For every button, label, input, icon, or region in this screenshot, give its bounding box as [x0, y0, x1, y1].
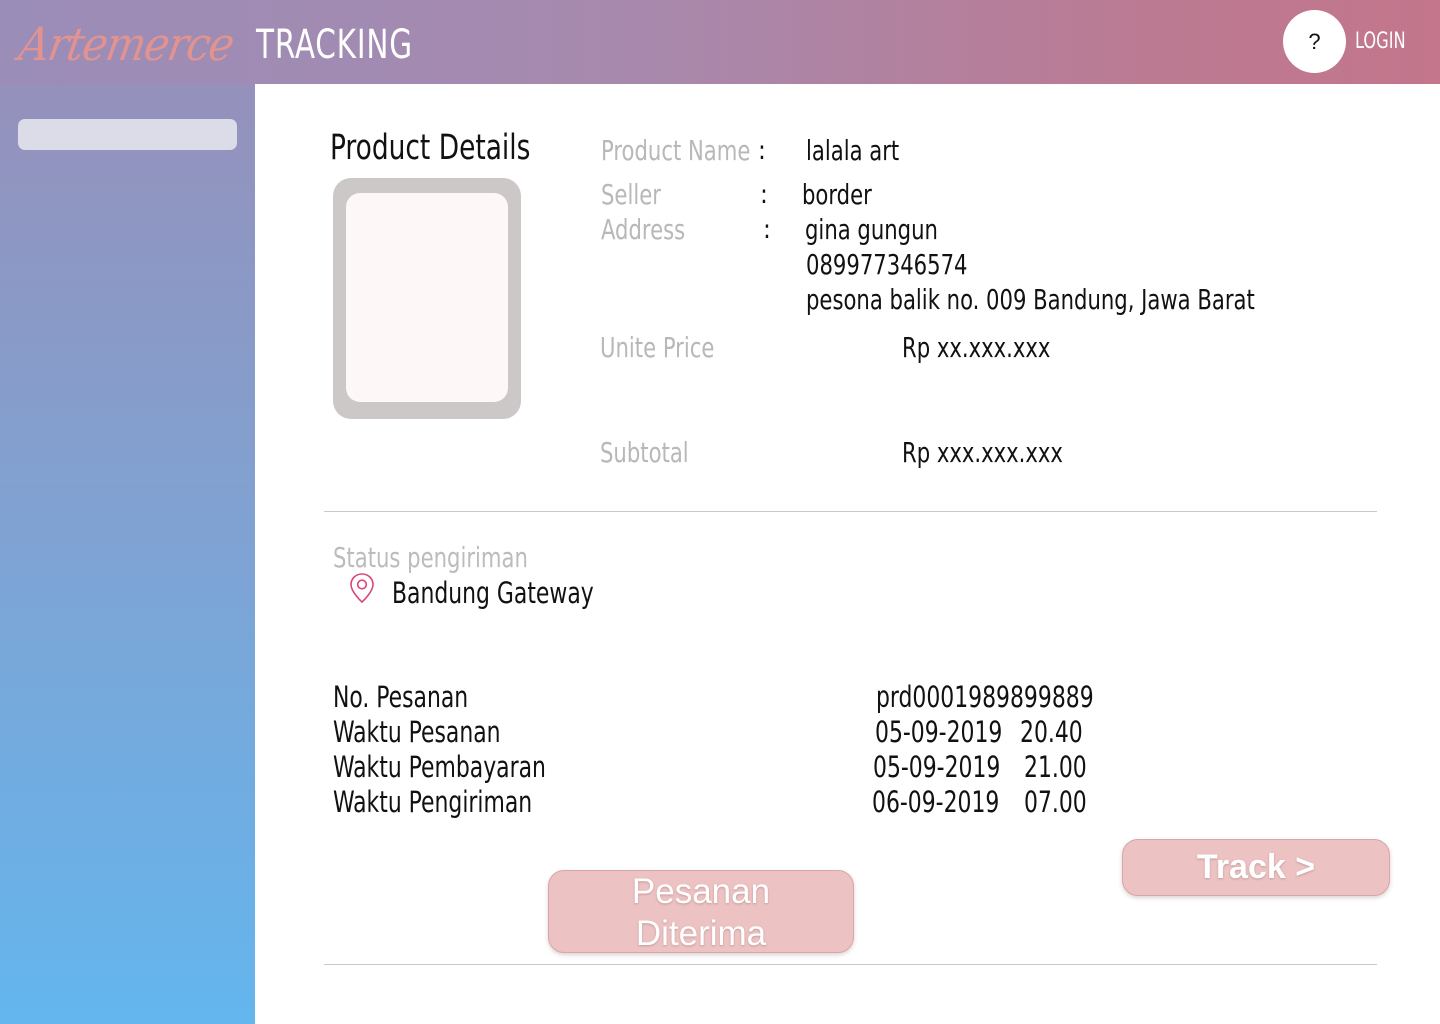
subtotal-label: Subtotal: [600, 436, 689, 469]
order-received-button[interactable]: Pesanan Diterima: [548, 870, 854, 953]
divider-top: [324, 511, 1377, 512]
address-line-name: gina gungun: [805, 213, 938, 246]
sidebar-search-input[interactable]: [18, 119, 237, 150]
unit-price-value: Rp xx.xxx.xxx: [902, 331, 1051, 364]
address-line-phone: 089977346574: [806, 248, 968, 281]
product-image-placeholder: [346, 193, 508, 402]
help-button[interactable]: ?: [1283, 10, 1346, 73]
shipping-time-label: Waktu Pengiriman: [333, 785, 533, 819]
seller-value: border: [802, 178, 872, 211]
product-details-heading: Product Details: [330, 128, 531, 168]
login-link[interactable]: LOGIN: [1355, 26, 1406, 58]
order-number-value: prd0001989899889: [876, 680, 1094, 714]
order-time-label: Waktu Pesanan: [333, 715, 501, 749]
payment-time-clock: 21.00: [1024, 750, 1087, 784]
shipping-status-location: Bandung Gateway: [392, 576, 594, 610]
divider-bottom: [324, 964, 1377, 965]
order-received-line-1: Pesanan: [631, 872, 771, 911]
address-colon: :: [763, 215, 771, 245]
location-pin-icon: [348, 572, 376, 604]
shipping-time-clock: 07.00: [1024, 785, 1087, 819]
order-time-clock: 20.40: [1020, 715, 1083, 749]
payment-time-label: Waktu Pembayaran: [333, 750, 546, 784]
order-number-label: No. Pesanan: [333, 680, 469, 714]
product-name-value: lalala art: [806, 134, 900, 167]
address-label: Address: [601, 213, 686, 246]
top-bar: Artemerce TRACKING ? LOGIN: [0, 0, 1440, 84]
seller-label: Seller: [601, 178, 661, 211]
product-image: [333, 178, 521, 419]
product-name-label: Product Name: [601, 134, 751, 167]
shipping-status-label: Status pengiriman: [333, 541, 528, 574]
product-name-colon: :: [758, 136, 766, 166]
order-received-line-2: Diterima: [635, 914, 767, 953]
shipping-time-date: 06-09-2019: [872, 785, 1000, 819]
brand-logo[interactable]: Artemerce: [15, 14, 239, 74]
subtotal-value: Rp xxx.xxx.xxx: [902, 436, 1063, 469]
unit-price-label: Unite Price: [600, 331, 715, 364]
order-time-date: 05-09-2019: [875, 715, 1003, 749]
address-line-street: pesona balik no. 009 Bandung, Jawa Barat: [806, 283, 1255, 316]
sidebar: [0, 84, 255, 1024]
track-button[interactable]: Track >: [1122, 839, 1390, 896]
seller-colon: :: [760, 180, 768, 210]
payment-time-date: 05-09-2019: [873, 750, 1001, 784]
page-title: TRACKING: [256, 22, 413, 68]
